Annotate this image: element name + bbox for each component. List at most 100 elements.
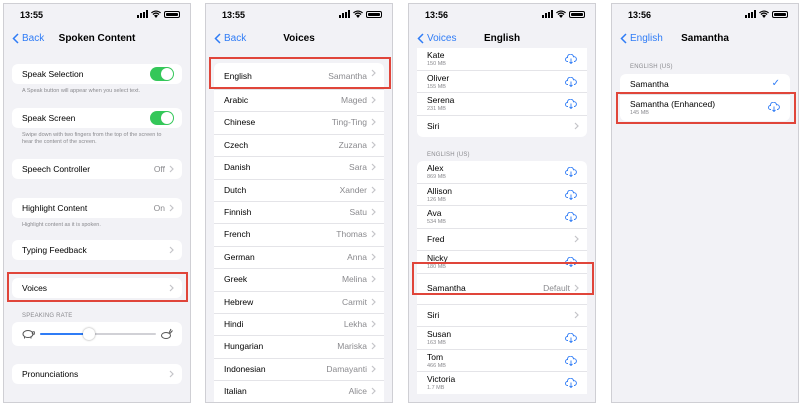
language-row[interactable]: Danish Sara — [214, 157, 384, 180]
voice-label: Siri — [427, 120, 440, 131]
voice-row[interactable]: Serena 231 MB — [417, 93, 587, 116]
pronunciations-label: Pronunciations — [22, 369, 79, 379]
chevron-right-icon — [371, 118, 376, 126]
nav-bar: Back Spoken Content — [4, 30, 190, 50]
download-cloud-icon[interactable] — [565, 355, 577, 366]
speak-screen-group: Speak Screen — [12, 108, 182, 128]
cellular-signal-icon — [137, 10, 148, 18]
language-row[interactable]: Finnish Satu — [214, 202, 384, 225]
speak-selection-note: A Speak button will appear when you sele… — [22, 88, 141, 94]
voice-label: Susan — [427, 329, 452, 339]
language-voice: Zuzana — [338, 139, 367, 150]
language-voice: Melina — [341, 274, 367, 285]
speaking-rate-fill — [40, 333, 89, 335]
language-row[interactable]: Dutch Xander — [214, 180, 384, 202]
download-cloud-icon[interactable] — [565, 76, 577, 87]
voice-row[interactable]: Alex 869 MB — [417, 161, 587, 184]
speaking-rate-knob[interactable] — [82, 328, 95, 340]
voice-row[interactable]: Victoria 1.7 MB — [417, 372, 587, 394]
cellular-signal-icon — [745, 10, 756, 18]
voice-label: Oliver — [427, 72, 450, 83]
language-label: Finnish — [224, 206, 252, 217]
samantha-screen: 13:56 English Samantha ENGLISH (US) Sama… — [611, 3, 799, 403]
voice-row[interactable]: Ava 534 MB — [417, 206, 587, 229]
language-voice: Xander — [339, 184, 367, 195]
language-label: Greek — [224, 274, 248, 285]
voice-row[interactable]: Susan 163 MB — [417, 327, 587, 350]
language-voice: Mariska — [337, 341, 367, 352]
download-cloud-icon[interactable] — [565, 378, 577, 388]
voice-size: 534 MB — [427, 219, 446, 225]
chevron-right-icon — [169, 370, 174, 378]
language-voice: Carmit — [341, 296, 367, 307]
download-cloud-icon[interactable] — [565, 99, 577, 109]
highlight-content-value: On — [153, 203, 165, 213]
language-label: Danish — [224, 162, 251, 173]
voice-row[interactable]: Tom 466 MB — [417, 350, 587, 372]
voice-label: Serena — [427, 95, 455, 105]
download-cloud-icon[interactable] — [565, 167, 577, 177]
chevron-right-icon — [574, 235, 579, 242]
language-voice: Satu — [349, 206, 368, 217]
language-row[interactable]: Czech Zuzana — [214, 135, 384, 158]
voice-size: 155 MB — [427, 83, 446, 90]
voice-row[interactable]: Siri — [417, 305, 587, 327]
status-time: 13:56 — [425, 10, 449, 20]
speak-screen-toggle[interactable] — [150, 111, 174, 125]
battery-icon — [772, 10, 788, 18]
speak-selection-label: Speak Selection — [22, 69, 84, 79]
language-row[interactable]: German Anna — [214, 247, 384, 270]
hare-icon — [161, 328, 173, 339]
language-row[interactable]: Italian Alice — [214, 381, 384, 402]
cellular-signal-icon — [542, 10, 553, 18]
samantha-enhanced-highlight-box — [616, 92, 796, 124]
language-row[interactable]: Hebrew Carmit — [214, 292, 384, 314]
language-row[interactable]: French Thomas — [214, 224, 384, 247]
speak-selection-toggle[interactable] — [150, 67, 174, 81]
typing-feedback-row[interactable]: Typing Feedback — [12, 240, 182, 260]
speak-selection-row: Speak Selection — [12, 64, 182, 84]
wifi-icon — [151, 10, 161, 18]
highlight-content-row[interactable]: Highlight Content On — [12, 198, 182, 218]
language-row[interactable]: Greek Melina — [214, 269, 384, 292]
status-bar: 13:56 — [612, 10, 798, 22]
speech-controller-row[interactable]: Speech Controller Off — [12, 159, 182, 179]
chevron-right-icon — [371, 342, 376, 350]
voice-label: Siri — [427, 309, 440, 320]
download-cloud-icon[interactable] — [565, 333, 577, 343]
voice-row[interactable]: Siri — [417, 116, 587, 138]
language-label: German — [224, 251, 255, 262]
language-row[interactable]: Hungarian Mariska — [214, 336, 384, 359]
language-label: Indonesian — [224, 363, 266, 374]
voice-size: 150 MB — [427, 61, 446, 67]
download-cloud-icon[interactable] — [565, 212, 577, 222]
status-time: 13:55 — [20, 10, 44, 20]
speaking-rate-slider[interactable] — [40, 328, 156, 340]
language-voice: Lekha — [343, 318, 367, 329]
voice-row[interactable]: Oliver 155 MB — [417, 71, 587, 93]
typing-feedback-group: Typing Feedback — [12, 240, 182, 260]
voice-row[interactable]: Allison 126 MB — [417, 184, 587, 206]
download-cloud-icon[interactable] — [565, 189, 577, 200]
language-row[interactable]: Arabic Maged — [214, 90, 384, 113]
voice-size: 466 MB — [427, 362, 446, 369]
chevron-right-icon — [371, 298, 376, 305]
language-row[interactable]: Chinese Ting-Ting — [214, 112, 384, 135]
download-cloud-icon[interactable] — [565, 54, 577, 64]
voice-size: 126 MB — [427, 196, 446, 203]
speech-controller-group: Speech Controller Off — [12, 159, 182, 179]
voice-row[interactable]: Fred — [417, 229, 587, 251]
language-voice: Ting-Ting — [331, 117, 367, 128]
pronunciations-row[interactable]: Pronunciations — [12, 364, 182, 384]
chevron-right-icon — [371, 387, 376, 395]
language-row[interactable]: Indonesian Damayanti — [214, 359, 384, 382]
page-title: English — [483, 33, 521, 44]
chevron-right-icon — [574, 311, 579, 318]
language-row[interactable]: Hindi Lekha — [214, 314, 384, 337]
typing-feedback-label: Typing Feedback — [22, 245, 87, 255]
language-voice: Sara — [349, 162, 367, 173]
voices-screen: 13:55 Back Voices English Samantha Arabic M… — [205, 3, 393, 403]
voice-row[interactable]: Kate 150 MB — [417, 48, 587, 71]
chevron-right-icon — [371, 230, 376, 238]
voice-label: Tom — [427, 351, 444, 362]
